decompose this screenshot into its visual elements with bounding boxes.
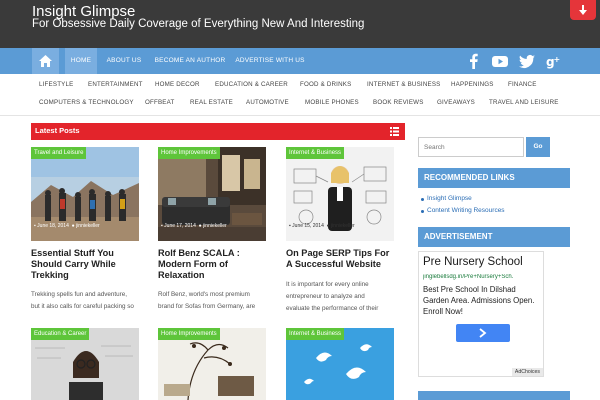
post-thumbnail[interactable]: Education & Career [31, 328, 139, 400]
category-mobile-phones[interactable]: MOBILE PHONES [305, 99, 359, 106]
post-title[interactable]: Essential Stuff You Should Carry While T… [31, 248, 141, 281]
post-meta: ▪ June 18, 2014 ● jinniekeller [34, 223, 100, 229]
nav-home-button[interactable] [32, 48, 59, 74]
excerpt-line: brand for Sofas from Germany, are [158, 303, 256, 310]
ad-choices-badge[interactable]: AdChoices [511, 368, 543, 376]
category-entertainment[interactable]: ENTERTAINMENT [88, 81, 143, 88]
bullet-icon [421, 210, 424, 213]
post-excerpt: Rolf Benz, world's most premium brand fo… [158, 289, 268, 313]
site-tagline: For Obsessive Daily Coverage of Everythi… [32, 18, 365, 30]
nav-item-become-an-author[interactable]: BECOME AN AUTHOR [152, 48, 228, 74]
ad-headline[interactable]: Pre Nursery School [423, 256, 523, 268]
youtube-icon[interactable] [492, 53, 508, 69]
post-title[interactable]: Rolf Benz SCALA : Modern Form of Relaxat… [158, 248, 268, 281]
category-internet-business[interactable]: INTERNET & BUSINESS [367, 81, 440, 88]
nav-item-about-us[interactable]: ABOUT US [103, 48, 145, 74]
category-computers-technology[interactable]: COMPUTERS & TECHNOLOGY [39, 99, 134, 106]
post-date: June 18, 2014 [37, 223, 69, 229]
category-education-career[interactable]: EDUCATION & CAREER [215, 81, 288, 88]
advertisement-title: ADVERTISEMENT [418, 227, 570, 247]
post-category-badge[interactable]: Education & Career [31, 328, 90, 340]
category-book-reviews[interactable]: BOOK REVIEWS [373, 99, 424, 106]
search-input[interactable] [418, 137, 524, 157]
post-thumbnail[interactable]: Internet & Business [286, 328, 394, 400]
excerpt-line: but it also calls for careful packing so [31, 303, 134, 310]
calendar-icon: ▪ [161, 223, 163, 229]
ad-go-button[interactable] [456, 324, 510, 342]
category-happenings[interactable]: HAPPENINGS [451, 81, 494, 88]
post-category-badge[interactable]: Internet & Business [286, 147, 345, 159]
post-meta: ▪ June 15, 2014 ● jinniekeller [289, 223, 355, 229]
user-icon: ● [70, 223, 75, 229]
calendar-icon: ▪ [289, 223, 291, 229]
search-go-button[interactable]: Go [526, 137, 550, 157]
post-category-badge[interactable]: Home Improvements [158, 147, 220, 159]
post-date: June 15, 2014 [292, 223, 324, 229]
post-author[interactable]: jinniekeller [76, 223, 100, 229]
category-offbeat[interactable]: OFFBEAT [145, 99, 174, 106]
main-nav: HOME ABOUT US BECOME AN AUTHOR ADVERTISE… [0, 48, 600, 74]
category-home-decor[interactable]: HOME DECOR [155, 81, 200, 88]
recommended-link-insight-glimpse[interactable]: Insight Glimpse [427, 195, 472, 202]
site-header: Insight Glimpse For Obsessive Daily Cove… [0, 0, 600, 48]
arrow-down-icon [579, 5, 587, 15]
excerpt-line: It is important for every online [286, 281, 369, 288]
latest-posts-header: Latest Posts [31, 123, 405, 140]
category-automotive[interactable]: AUTOMOTIVE [246, 99, 289, 106]
recommended-links-title: RECOMMENDED LINKS [418, 168, 570, 188]
google-plus-icon[interactable]: g + [546, 53, 562, 69]
post-category-badge[interactable]: Travel and Leisure [31, 147, 87, 159]
calendar-icon: ▪ [34, 223, 36, 229]
post-excerpt: Trekking spells fun and adventure, but i… [31, 289, 141, 313]
header-toggle-button[interactable] [570, 0, 596, 20]
excerpt-line: evaluate the performance of their [286, 305, 379, 312]
category-travel-and-leisure[interactable]: TRAVEL AND LEISURE [489, 99, 559, 106]
user-icon: ● [197, 223, 202, 229]
user-icon: ● [325, 223, 330, 229]
post-title[interactable]: On Page SERP Tips For A Successful Websi… [286, 248, 396, 270]
twitter-icon[interactable] [519, 53, 535, 69]
category-giveaways[interactable]: GIVEAWAYS [437, 99, 475, 106]
latest-posts-title: Latest Posts [35, 126, 80, 135]
post-author[interactable]: jinniekeller [331, 223, 355, 229]
post-date: June 17, 2014 [164, 223, 196, 229]
category-lifestyle[interactable]: LIFESTYLE [39, 81, 73, 88]
svg-text:+: + [554, 55, 561, 64]
ad-body: Best Pre School In Dilshad Garden Area. … [423, 285, 535, 316]
excerpt-line: Trekking spells fun and adventure, [31, 291, 128, 298]
post-excerpt: It is important for every online entrepr… [286, 278, 396, 315]
list-view-icon[interactable] [390, 127, 399, 136]
category-real-estate[interactable]: REAL ESTATE [190, 99, 233, 106]
category-food-drinks[interactable]: FOOD & DRINKS [300, 81, 351, 88]
nav-item-home[interactable]: HOME [65, 48, 97, 74]
excerpt-line: entrepreneur to analyze and [286, 293, 365, 300]
bullet-icon [421, 198, 424, 201]
next-widget-title [418, 391, 570, 400]
post-thumbnail[interactable]: Home Improvements [158, 328, 266, 400]
category-nav: LIFESTYLE ENTERTAINMENT HOME DECOR EDUCA… [0, 74, 600, 116]
excerpt-line: Rolf Benz, world's most premium [158, 291, 250, 298]
category-finance[interactable]: FINANCE [508, 81, 537, 88]
facebook-icon[interactable] [466, 53, 482, 69]
nav-item-advertise-with-us[interactable]: ADVERTISE WITH US [235, 48, 305, 74]
post-category-badge[interactable]: Home Improvements [158, 328, 220, 340]
post-thumbnail[interactable]: Internet & Business ▪ June 15, 2014 ● ji… [286, 147, 394, 241]
post-meta: ▪ June 17, 2014 ● jinniekeller [161, 223, 227, 229]
ad-unit[interactable]: Pre Nursery School jinglebellsdg.in/Pre+… [418, 251, 544, 377]
home-icon [39, 55, 52, 67]
post-thumbnail[interactable]: Travel and Leisure ▪ June 18, 2014 ● jin… [31, 147, 139, 241]
ad-url[interactable]: jinglebellsdg.in/Pre+Nursery+Sch. [423, 274, 543, 280]
recommended-link-content-writing[interactable]: Content Writing Resources [427, 207, 505, 214]
post-category-badge[interactable]: Internet & Business [286, 328, 345, 340]
chevron-right-icon [479, 328, 487, 338]
post-thumbnail[interactable]: Home Improvements ▪ June 17, 2014 ● jinn… [158, 147, 266, 241]
post-author[interactable]: jinniekeller [203, 223, 227, 229]
